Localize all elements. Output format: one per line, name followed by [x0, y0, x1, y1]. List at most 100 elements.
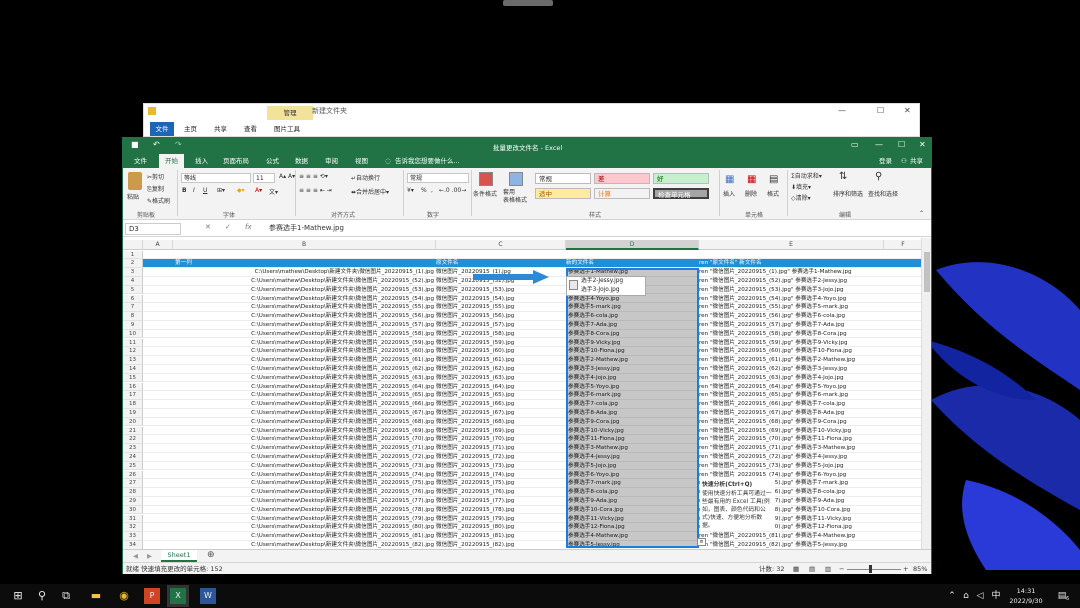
phonetic-icon[interactable]: 文▾ [269, 187, 278, 196]
zoom-in-icon[interactable]: + [903, 563, 908, 575]
cell-a[interactable] [143, 303, 173, 313]
cell-original-name[interactable]: 微信图片_20220915_(71).jpg [436, 444, 566, 453]
cell-a[interactable] [143, 400, 173, 409]
cell-path[interactable]: C:\Users\mathew\Desktop\新建文件夹\微信图片_20220… [173, 418, 436, 427]
maximize-icon[interactable]: ☐ [877, 106, 884, 115]
cell-path[interactable]: C:\Users\mathew\Desktop\新建文件夹\微信图片_20220… [173, 515, 436, 524]
font-name-select[interactable]: 等线 [181, 173, 251, 183]
row-header[interactable]: 3 [123, 268, 143, 277]
cell-original-name[interactable]: 微信图片_20220915_(72).jpg [436, 453, 566, 462]
tab-home[interactable]: 开始 [159, 154, 184, 168]
cell-ren-command[interactable]: ren "微信图片_20220915_(55).jpg" 参赛选手5-mark.… [699, 303, 884, 313]
cell-original-name[interactable]: 微信图片_20220915_(56).jpg [436, 312, 566, 321]
cell-original-name[interactable]: 微信图片_20220915_(67).jpg [436, 409, 566, 418]
cell-ren-command[interactable]: ren "微信图片_20220915_(58).jpg" 参赛选手8-Cora.… [699, 330, 884, 339]
conditional-format-button[interactable]: 条件格式 [473, 189, 497, 198]
row-header[interactable]: 16 [123, 382, 143, 392]
row-header[interactable]: 19 [123, 408, 143, 418]
word-icon[interactable]: W [200, 588, 216, 604]
cell-path[interactable]: C:\Users\mathew\Desktop\新建文件夹\微信图片_20220… [173, 400, 436, 409]
cell-f[interactable] [884, 523, 923, 533]
cell-a[interactable] [143, 286, 173, 295]
cell-f[interactable] [884, 400, 923, 409]
cell-original-name[interactable]: 微信图片_20220915_(75).jpg [436, 479, 566, 489]
cell-f[interactable] [884, 488, 923, 497]
cell-original-name[interactable]: 微信图片_20220915_(77).jpg [436, 497, 566, 506]
cell-original-name[interactable]: 微信图片_20220915_(62).jpg [436, 365, 566, 374]
page-layout-icon[interactable]: ▤ [809, 563, 815, 575]
cell-original-name[interactable]: 微信图片_20220915_(55).jpg [436, 303, 566, 313]
cell-ren-command[interactable]: ren "微信图片_20220915_(72).jpg" 参赛选手4-Jessy… [699, 453, 884, 462]
cell-ren-command[interactable]: ren "微信图片_20220915_(81).jpg" 参赛选手4-Mathe… [699, 532, 884, 541]
cell-ren-command[interactable]: ren "微信图片_20220915_(59).jpg" 参赛选手9-Vicky… [699, 339, 884, 348]
row-header[interactable]: 5 [123, 285, 143, 295]
cell-f[interactable] [884, 330, 923, 339]
row-header[interactable]: 30 [123, 505, 143, 515]
cell-f[interactable] [884, 295, 923, 304]
cell-original-name[interactable]: 微信图片_20220915_(61).jpg [436, 356, 566, 365]
add-sheet-icon[interactable]: ⊕ [207, 550, 215, 560]
cell-f[interactable] [884, 339, 923, 348]
cell-a[interactable] [143, 541, 173, 549]
cell-a[interactable] [143, 374, 173, 383]
row-header[interactable]: 20 [123, 417, 143, 427]
underline-button[interactable]: U [203, 187, 207, 194]
cell-e1[interactable] [699, 251, 884, 260]
cell-original-name[interactable]: 微信图片_20220915_(59).jpg [436, 339, 566, 348]
cell-original-name[interactable]: 微信图片_20220915_(69).jpg [436, 427, 566, 436]
row-header[interactable]: 18 [123, 400, 143, 409]
speaker-icon[interactable]: ◁ [972, 588, 988, 604]
cell-a[interactable] [143, 391, 173, 401]
delete-cells-button[interactable]: 删除 [745, 189, 757, 198]
vertical-scrollbar[interactable] [921, 238, 931, 549]
cell-ren-command[interactable]: ren "微信图片_20220915_(71).jpg" 参赛选手3-Mathe… [699, 444, 884, 453]
row-header[interactable]: 33 [123, 532, 143, 541]
cell-path[interactable]: C:\Users\mathew\Desktop\新建文件夹\微信图片_20220… [173, 356, 436, 365]
cell-a[interactable] [143, 356, 173, 365]
cell-path[interactable]: C:\Users\mathew\Desktop\新建文件夹\微信图片_20220… [173, 444, 436, 453]
autocomplete-item[interactable]: 选手3-Jojo.jpg [581, 286, 645, 295]
cell-path[interactable]: C:\Users\mathew\Desktop\新建文件夹\微信图片_20220… [173, 391, 436, 401]
cell-a[interactable] [143, 427, 173, 436]
save-icon[interactable]: ■ [131, 140, 139, 149]
minimize-icon[interactable]: — [875, 140, 883, 149]
cell-ren-command[interactable]: ren "微信图片_20220915_(57).jpg" 参赛选手7-Ada.j… [699, 321, 884, 330]
row-header[interactable]: 34 [123, 540, 143, 549]
cell-a1[interactable] [143, 251, 173, 260]
row-header[interactable]: 7 [123, 303, 143, 313]
border-icon[interactable]: ⊞▾ [217, 187, 225, 194]
cell-f[interactable] [884, 462, 923, 471]
minimize-icon[interactable]: — [838, 106, 846, 115]
zoom-level[interactable]: 85% [913, 563, 927, 575]
row-header[interactable]: 9 [123, 320, 143, 330]
row-header[interactable]: 6 [123, 294, 143, 304]
autosum-button[interactable]: Σ自动求和▾ [791, 171, 822, 180]
tab-insert[interactable]: 插入 [195, 154, 208, 168]
header-cell-e[interactable]: ren "原文件名" 新文件名 [699, 259, 884, 269]
align-top-icon[interactable]: ≡ ≡ ≡ ⟲▾ [299, 173, 328, 180]
chrome-icon[interactable]: ◉ [116, 588, 132, 604]
cell-ren-command[interactable]: ren "微信图片_20220915_(68).jpg" 参赛选手9-Cora.… [699, 418, 884, 427]
cell-original-name[interactable]: 微信图片_20220915_(63).jpg [436, 374, 566, 383]
cell-f[interactable] [884, 321, 923, 330]
tab-formulas[interactable]: 公式 [266, 154, 279, 168]
normal-view-icon[interactable]: ▦ [793, 563, 799, 575]
cell-f[interactable] [884, 374, 923, 383]
cell-a[interactable] [143, 312, 173, 321]
cell-a[interactable] [143, 277, 173, 286]
windows-start-icon[interactable]: ⊞ [10, 588, 26, 604]
bold-button[interactable]: B [182, 187, 187, 194]
cell-f[interactable] [884, 409, 923, 418]
cell-d1[interactable] [566, 251, 699, 260]
sort-filter-button[interactable]: 排序和筛选 [833, 189, 863, 198]
cell-original-name[interactable]: 微信图片_20220915_(54).jpg [436, 295, 566, 304]
header-cell-f[interactable] [884, 259, 923, 269]
cell-a[interactable] [143, 532, 173, 541]
column-header-e[interactable]: E [699, 240, 884, 250]
column-header-c[interactable]: C [436, 240, 566, 250]
row-header[interactable]: 11 [123, 338, 143, 348]
cell-f[interactable] [884, 268, 923, 277]
cell-original-name[interactable]: 微信图片_20220915_(58).jpg [436, 330, 566, 339]
cell-original-name[interactable]: 微信图片_20220915_(53).jpg [436, 286, 566, 295]
column-header-d[interactable]: D [566, 240, 699, 250]
